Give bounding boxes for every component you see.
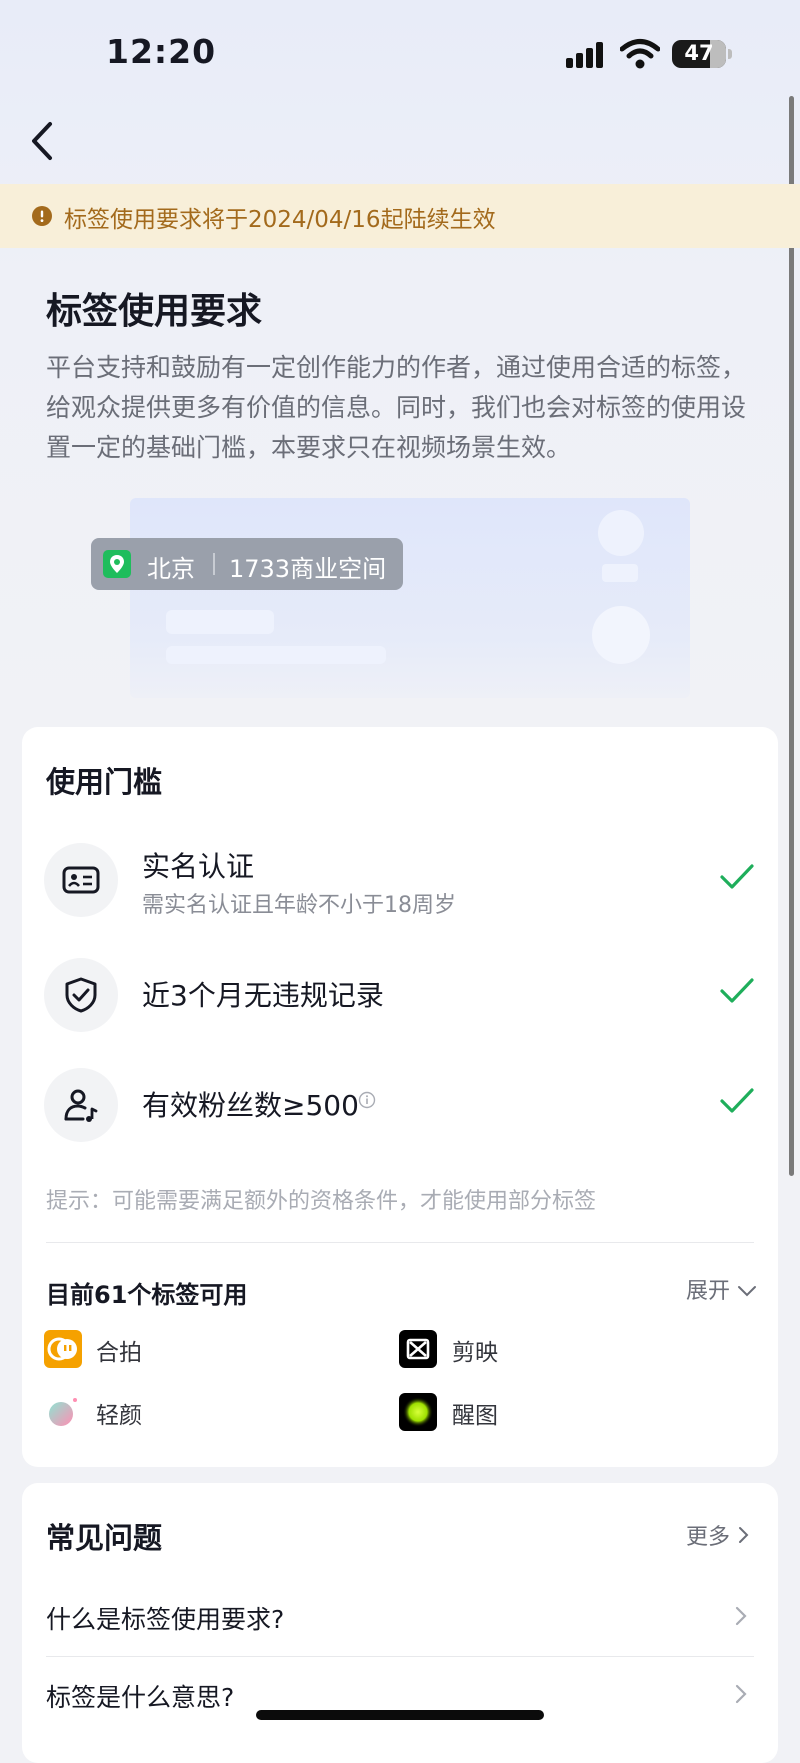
status-time: 12:20: [106, 32, 217, 71]
cellular-signal-icon: [566, 42, 603, 68]
location-separator: [213, 553, 215, 575]
divider: [46, 1656, 754, 1657]
threshold-title: 使用门槛: [46, 765, 163, 799]
shield-check-icon: [44, 958, 118, 1032]
battery-indicator: 47: [672, 40, 726, 68]
requirement-title: 实名认证: [142, 850, 255, 883]
check-icon: [720, 864, 754, 889]
chevron-right-icon: [735, 1606, 747, 1626]
hepai-app-icon: [44, 1330, 82, 1368]
xingtu-app-icon: [399, 1393, 437, 1431]
chevron-right-icon: [735, 1684, 747, 1704]
back-button[interactable]: [26, 118, 62, 164]
threshold-card: 使用门槛 实名认证 需实名认证且年龄不小于18周岁 近3个月无违规记录 有效粉丝…: [22, 727, 778, 1467]
expand-button[interactable]: 展开: [686, 1273, 757, 1305]
wifi-icon: [620, 39, 660, 69]
page-title: 标签使用要求: [46, 291, 263, 332]
faq-question: 标签是什么意思?: [46, 1683, 235, 1712]
available-tags-count: 目前61个标签可用: [46, 1281, 248, 1309]
user-music-icon: [44, 1068, 118, 1142]
threshold-tip: 提示：可能需要满足额外的资格条件，才能使用部分标签: [46, 1189, 597, 1214]
chevron-right-icon: [739, 1527, 749, 1543]
app-name: 合拍: [96, 1340, 142, 1366]
expand-label: 展开: [686, 1279, 731, 1304]
page-description: 平台支持和鼓励有一定创作能力的作者，通过使用合适的标签，给观众提供更多有价值的信…: [46, 353, 747, 462]
warning-icon: [32, 206, 52, 226]
battery-level: 47: [684, 41, 714, 65]
check-icon: [720, 1088, 754, 1113]
location-city: 北京: [147, 555, 195, 583]
divider: [46, 1242, 754, 1243]
status-bar: 12:20 47: [0, 0, 800, 100]
jianying-app-icon: [399, 1330, 437, 1368]
requirement-title: 有效粉丝数≥500: [142, 1089, 359, 1122]
battery-tip: [728, 49, 732, 59]
qingyan-app-icon: [44, 1393, 82, 1431]
faq-more-label: 更多: [686, 1525, 731, 1550]
id-card-icon: [44, 843, 118, 917]
notice-text: 标签使用要求将于2024/04/16起陆续生效: [64, 207, 496, 233]
info-icon[interactable]: [358, 1091, 376, 1109]
scrollbar[interactable]: [789, 96, 794, 1176]
app-name: 剪映: [452, 1340, 498, 1366]
tag-illustration: [130, 498, 690, 698]
requirement-subtitle: 需实名认证且年龄不小于18周岁: [142, 893, 456, 918]
app-name: 轻颜: [96, 1403, 142, 1429]
location-place: 1733商业空间: [229, 555, 387, 583]
location-tag-example: 北京 1733商业空间: [91, 538, 403, 590]
location-pin-icon: [103, 550, 131, 578]
faq-card: 常见问题 更多 什么是标签使用要求? 标签是什么意思?: [22, 1483, 778, 1763]
app-name: 醒图: [452, 1403, 498, 1429]
check-icon: [720, 978, 754, 1003]
requirement-title: 近3个月无违规记录: [142, 979, 384, 1012]
faq-question: 什么是标签使用要求?: [46, 1605, 285, 1634]
faq-title: 常见问题: [46, 1521, 163, 1555]
home-indicator[interactable]: [256, 1710, 544, 1720]
faq-more-button[interactable]: 更多: [686, 1519, 749, 1551]
chevron-down-icon: [738, 1286, 757, 1297]
